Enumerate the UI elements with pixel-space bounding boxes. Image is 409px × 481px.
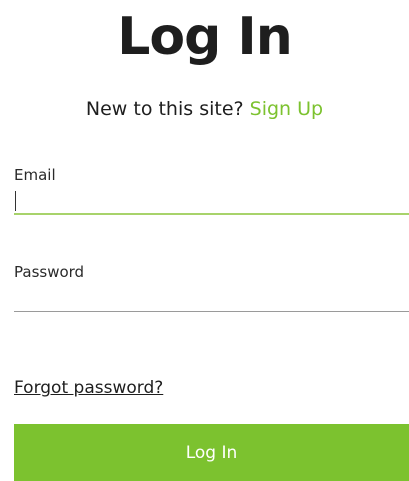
page-title: Log In [117, 7, 293, 67]
password-input[interactable] [14, 286, 409, 312]
text-caret [15, 191, 16, 211]
email-input[interactable] [14, 189, 409, 215]
forgot-password-link[interactable]: Forgot password? [14, 376, 163, 400]
log-in-button[interactable]: Log In [14, 424, 409, 481]
password-label: Password [14, 263, 85, 281]
sign-up-link[interactable]: Sign Up [250, 98, 323, 120]
email-label: Email [14, 166, 56, 184]
signup-prompt-line: New to this site? Sign Up [0, 94, 409, 124]
signup-prompt-text: New to this site? [85, 98, 244, 120]
email-field-group: Email [14, 165, 409, 215]
password-field-group: Password [14, 262, 409, 312]
